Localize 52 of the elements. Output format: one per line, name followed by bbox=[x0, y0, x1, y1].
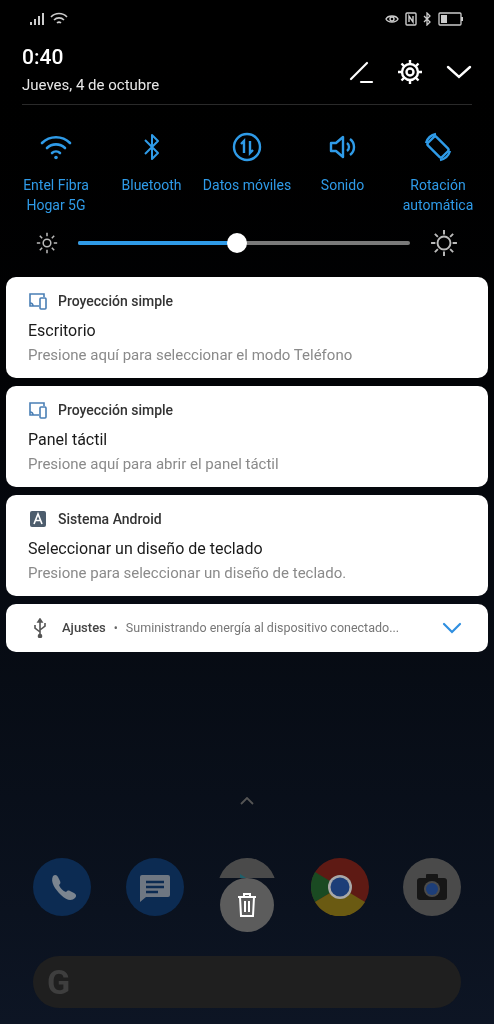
brightness-slider[interactable] bbox=[78, 233, 410, 253]
settings-icon[interactable] bbox=[396, 58, 424, 86]
wifi-tile[interactable]: Entel Fibra Hogar 5G bbox=[10, 131, 102, 215]
sound-icon bbox=[327, 133, 358, 161]
brightness-high-icon bbox=[430, 229, 458, 257]
bluetooth-tile[interactable]: Bluetooth bbox=[105, 131, 198, 215]
battery-icon bbox=[438, 12, 464, 26]
notification-text: Presione para seleccionar un diseño de teclado. bbox=[28, 563, 348, 584]
delete-button[interactable] bbox=[220, 878, 274, 932]
nfc-icon bbox=[405, 12, 417, 26]
slider-thumb[interactable] bbox=[227, 233, 248, 253]
bluetooth-icon bbox=[423, 12, 432, 26]
swipe-up-icon bbox=[240, 797, 254, 805]
brightness-low-icon bbox=[36, 232, 58, 254]
trash-icon bbox=[236, 892, 258, 918]
separator-dot: • bbox=[113, 620, 118, 637]
usb-icon bbox=[32, 618, 48, 638]
data-icon bbox=[232, 132, 262, 162]
notification-card[interactable]: Sistema Android Seleccionar un diseño de teclado Presione para seleccionar un diseño de teclado. bbox=[6, 495, 488, 596]
app-name: Proyección simple bbox=[58, 400, 174, 420]
screen-phone-icon bbox=[28, 401, 48, 419]
browser-app-icon[interactable] bbox=[310, 858, 369, 916]
sound-tile[interactable]: Sonido bbox=[296, 131, 389, 215]
notification-title: Panel táctil bbox=[28, 429, 109, 451]
expand-icon[interactable] bbox=[442, 622, 462, 634]
screen-phone-icon bbox=[28, 292, 48, 310]
notification-card[interactable]: Proyección simple Panel táctil Presione aquí para abrir el panel táctil bbox=[6, 386, 488, 487]
app-name: Sistema Android bbox=[58, 509, 162, 529]
notification-text: Presione aquí para abrir el panel táctil bbox=[28, 454, 280, 475]
notification-card[interactable]: Proyección simple Escritorio Presione aquí para seleccionar el modo Teléfono bbox=[6, 277, 488, 378]
chevron-down-icon[interactable] bbox=[446, 64, 472, 80]
clock-time: 0:40 bbox=[22, 44, 65, 70]
letter-a-icon bbox=[28, 511, 48, 527]
notification-card[interactable]: Ajustes • Suministrando energía al dispositivo conectado... bbox=[6, 604, 488, 652]
notification-text: Suministrando energía al dispositivo conectado... bbox=[125, 618, 401, 637]
rotation-icon bbox=[422, 131, 454, 163]
data-tile[interactable]: Datos móviles bbox=[201, 131, 293, 215]
rotation-tile[interactable]: Rotación automática bbox=[392, 131, 484, 215]
date-text: Jueves, 4 de octubre bbox=[22, 75, 160, 96]
notification-title: Escritorio bbox=[28, 320, 97, 342]
wifi-icon bbox=[50, 12, 68, 26]
messages-app-icon[interactable] bbox=[125, 858, 184, 916]
signal-icon bbox=[30, 13, 46, 25]
pencil-icon[interactable] bbox=[348, 59, 374, 85]
phone-app-icon[interactable] bbox=[33, 858, 91, 916]
notification-text: Presione aquí para seleccionar el modo Teléfono bbox=[28, 345, 354, 366]
app-name: Ajustes bbox=[62, 619, 106, 638]
app-name: Proyección simple bbox=[58, 291, 174, 311]
bluetooth-icon bbox=[141, 132, 162, 162]
wifi-icon bbox=[40, 134, 72, 160]
eye-icon bbox=[385, 13, 399, 25]
notification-title: Seleccionar un diseño de teclado bbox=[28, 538, 264, 560]
